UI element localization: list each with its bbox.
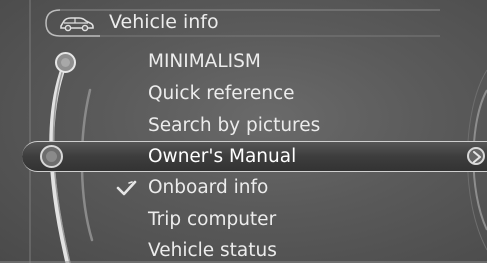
menu-item-quick-reference[interactable]: Quick reference (112, 78, 452, 109)
menu-item-label: MINIMALISM (148, 51, 261, 72)
menu-item-trip-computer[interactable]: Trip computer (112, 204, 452, 235)
menu-item-vehicle-status[interactable]: Vehicle status (112, 235, 452, 263)
menu-item-label: Vehicle status (148, 240, 277, 261)
menu-item-search-by-pictures[interactable]: Search by pictures (112, 110, 452, 141)
menu-item-label: Search by pictures (148, 115, 321, 136)
idrive-screen: Vehicle info MINIMALISM Quick reference … (0, 0, 487, 263)
chevron-right-icon[interactable] (467, 147, 485, 165)
menu-item-onboard-info[interactable]: Onboard info (112, 172, 452, 203)
menu-item-minimalism[interactable]: MINIMALISM (112, 46, 452, 77)
vehicle-info-menu: MINIMALISM Quick reference Search by pic… (0, 0, 487, 263)
menu-item-label: Quick reference (148, 83, 295, 104)
check-icon (116, 180, 137, 196)
menu-item-label: Owner's Manual (148, 146, 297, 167)
menu-item-label: Trip computer (148, 209, 277, 230)
menu-item-owners-manual[interactable]: Owner's Manual (112, 141, 452, 172)
menu-item-label: Onboard info (148, 177, 269, 198)
